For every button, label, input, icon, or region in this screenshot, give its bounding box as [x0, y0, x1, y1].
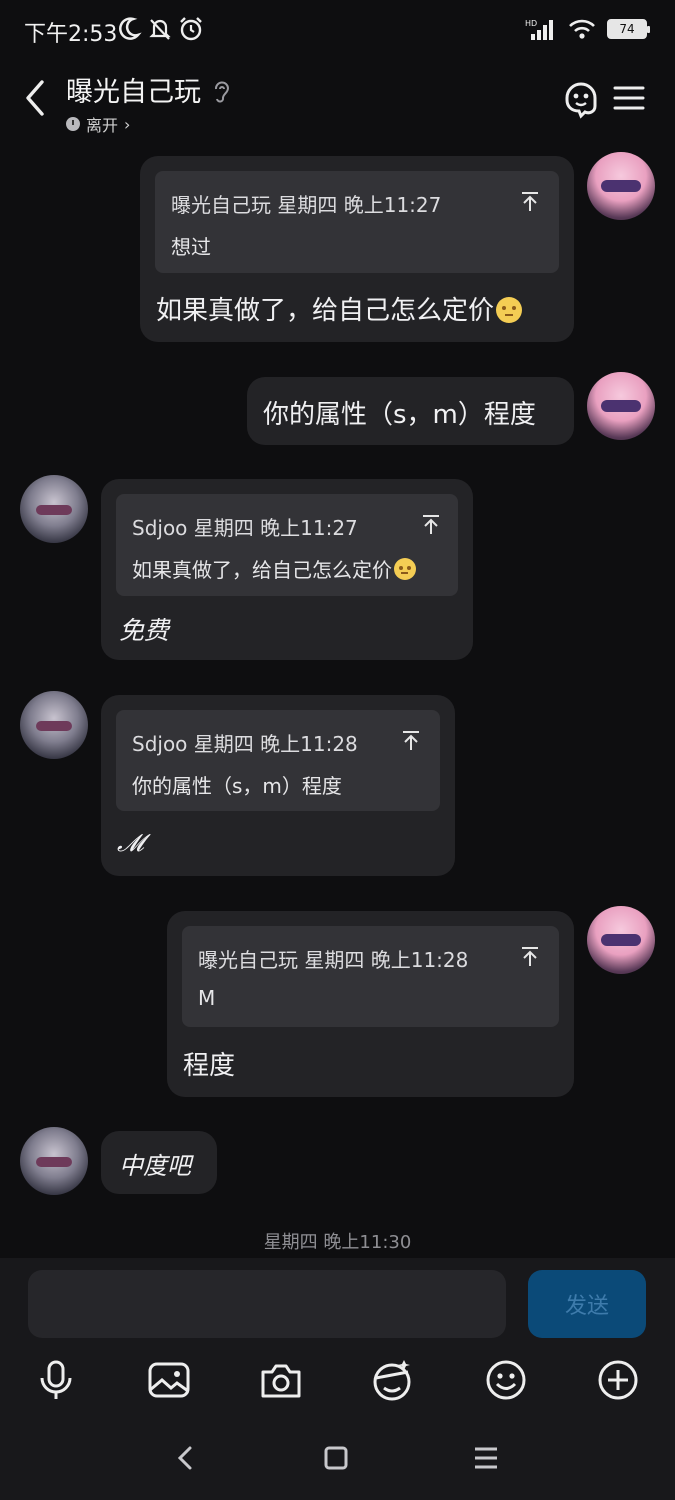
- avatar[interactable]: [20, 1127, 88, 1195]
- plus-icon[interactable]: [596, 1358, 640, 1402]
- message-text: 中度吧: [119, 1152, 191, 1180]
- presence-label: 离开: [86, 116, 119, 135]
- message-bubble[interactable]: 中度吧: [101, 1131, 217, 1194]
- camera-icon[interactable]: [259, 1358, 303, 1402]
- composer-toolbar: [0, 1358, 675, 1402]
- battery-indicator: 74: [607, 19, 650, 39]
- bell-muted-icon: [148, 15, 172, 43]
- quote-body: M: [198, 986, 216, 1010]
- message-text: 如果真做了，给自己怎么定价: [156, 290, 523, 327]
- quote-header: 曝光自己玩 星期四 晚上11:28: [198, 948, 469, 972]
- system-navbar: [0, 1438, 675, 1486]
- flushed-face-icon: [394, 558, 416, 580]
- jump-to-top-icon[interactable]: [401, 730, 421, 752]
- presence-status[interactable]: 离开 ›: [66, 112, 130, 136]
- message-bubble[interactable]: Sdjoo 星期四 晚上11:28 你的属性（s，m）程度 𝓜: [101, 695, 455, 876]
- quote-header: Sdjoo 星期四 晚上11:28: [132, 732, 358, 756]
- quoted-message[interactable]: Sdjoo 星期四 晚上11:28 你的属性（s，m）程度: [116, 710, 440, 811]
- back-button[interactable]: [18, 76, 54, 120]
- menu-icon: [613, 84, 645, 112]
- sticker-icon[interactable]: [370, 1358, 414, 1402]
- avatar[interactable]: [587, 906, 655, 974]
- quoted-message[interactable]: 曝光自己玩 星期四 晚上11:27 想过: [155, 171, 559, 273]
- avatar[interactable]: [587, 152, 655, 220]
- moon-icon: [118, 15, 142, 43]
- flushed-face-icon: [496, 297, 523, 323]
- quote-header: 曝光自己玩 星期四 晚上11:27: [171, 193, 442, 217]
- status-icons-left: [118, 15, 204, 43]
- status-icons-right: HD 74: [525, 17, 650, 41]
- chevron-right-icon: ›: [124, 114, 131, 134]
- nav-back-icon[interactable]: [166, 1438, 206, 1478]
- message-text: 程度: [183, 1051, 236, 1081]
- emoji-icon[interactable]: [484, 1358, 528, 1402]
- status-time: 下午2:53: [24, 22, 118, 47]
- quote-header: Sdjoo 星期四 晚上11:27: [132, 516, 358, 540]
- jump-to-top-icon[interactable]: [421, 514, 441, 536]
- quote-body: 你的属性（s，m）程度: [132, 774, 342, 798]
- composer: 发送: [0, 1258, 675, 1500]
- signal-icon: HD: [525, 17, 557, 41]
- clock-icon: [66, 117, 80, 131]
- message-bubble[interactable]: 曝光自己玩 星期四 晚上11:27 想过 如果真做了，给自己怎么定价: [140, 156, 574, 342]
- page-title[interactable]: 曝光自己玩: [66, 70, 201, 109]
- send-button[interactable]: 发送: [528, 1270, 646, 1338]
- jump-to-top-icon[interactable]: [520, 191, 540, 213]
- avatar[interactable]: [587, 372, 655, 440]
- message-input[interactable]: [28, 1270, 506, 1338]
- message-text: 𝓜: [117, 829, 144, 857]
- avatar[interactable]: [20, 691, 88, 759]
- quote-body: 想过: [171, 235, 211, 259]
- message-text: 你的属性（s，m）程度: [263, 400, 536, 430]
- timestamp: 星期四 晚上11:30: [263, 1232, 412, 1253]
- message-text: 免费: [119, 616, 170, 645]
- chat-header: 曝光自己玩 离开 ›: [0, 60, 675, 140]
- message-bubble[interactable]: Sdjoo 星期四 晚上11:27 如果真做了，给自己怎么定价 免费: [101, 479, 473, 660]
- menu-button[interactable]: [613, 84, 645, 112]
- alarm-icon: [178, 15, 204, 43]
- jump-to-top-icon[interactable]: [520, 946, 540, 968]
- ghost-icon: [561, 76, 601, 120]
- wifi-icon: [567, 17, 597, 41]
- chevron-left-icon: [18, 76, 54, 120]
- quote-body: 如果真做了，给自己怎么定价: [132, 554, 416, 583]
- svg-text:HD: HD: [525, 19, 537, 28]
- status-bar: 下午2:53 HD 74: [0, 0, 675, 60]
- ghost-button[interactable]: [561, 76, 601, 120]
- ear-icon: [211, 79, 231, 103]
- avatar[interactable]: [20, 475, 88, 543]
- quoted-message[interactable]: Sdjoo 星期四 晚上11:27 如果真做了，给自己怎么定价: [116, 494, 458, 596]
- quoted-message[interactable]: 曝光自己玩 星期四 晚上11:28 M: [182, 926, 559, 1027]
- message-bubble[interactable]: 你的属性（s，m）程度: [247, 377, 574, 445]
- mic-icon[interactable]: [34, 1358, 78, 1402]
- nav-recents-icon[interactable]: [466, 1438, 506, 1478]
- title-wrap: 曝光自己玩: [66, 70, 231, 109]
- nav-home-icon[interactable]: [316, 1438, 356, 1478]
- message-bubble[interactable]: 曝光自己玩 星期四 晚上11:28 M 程度: [167, 911, 574, 1097]
- image-icon[interactable]: [147, 1358, 191, 1402]
